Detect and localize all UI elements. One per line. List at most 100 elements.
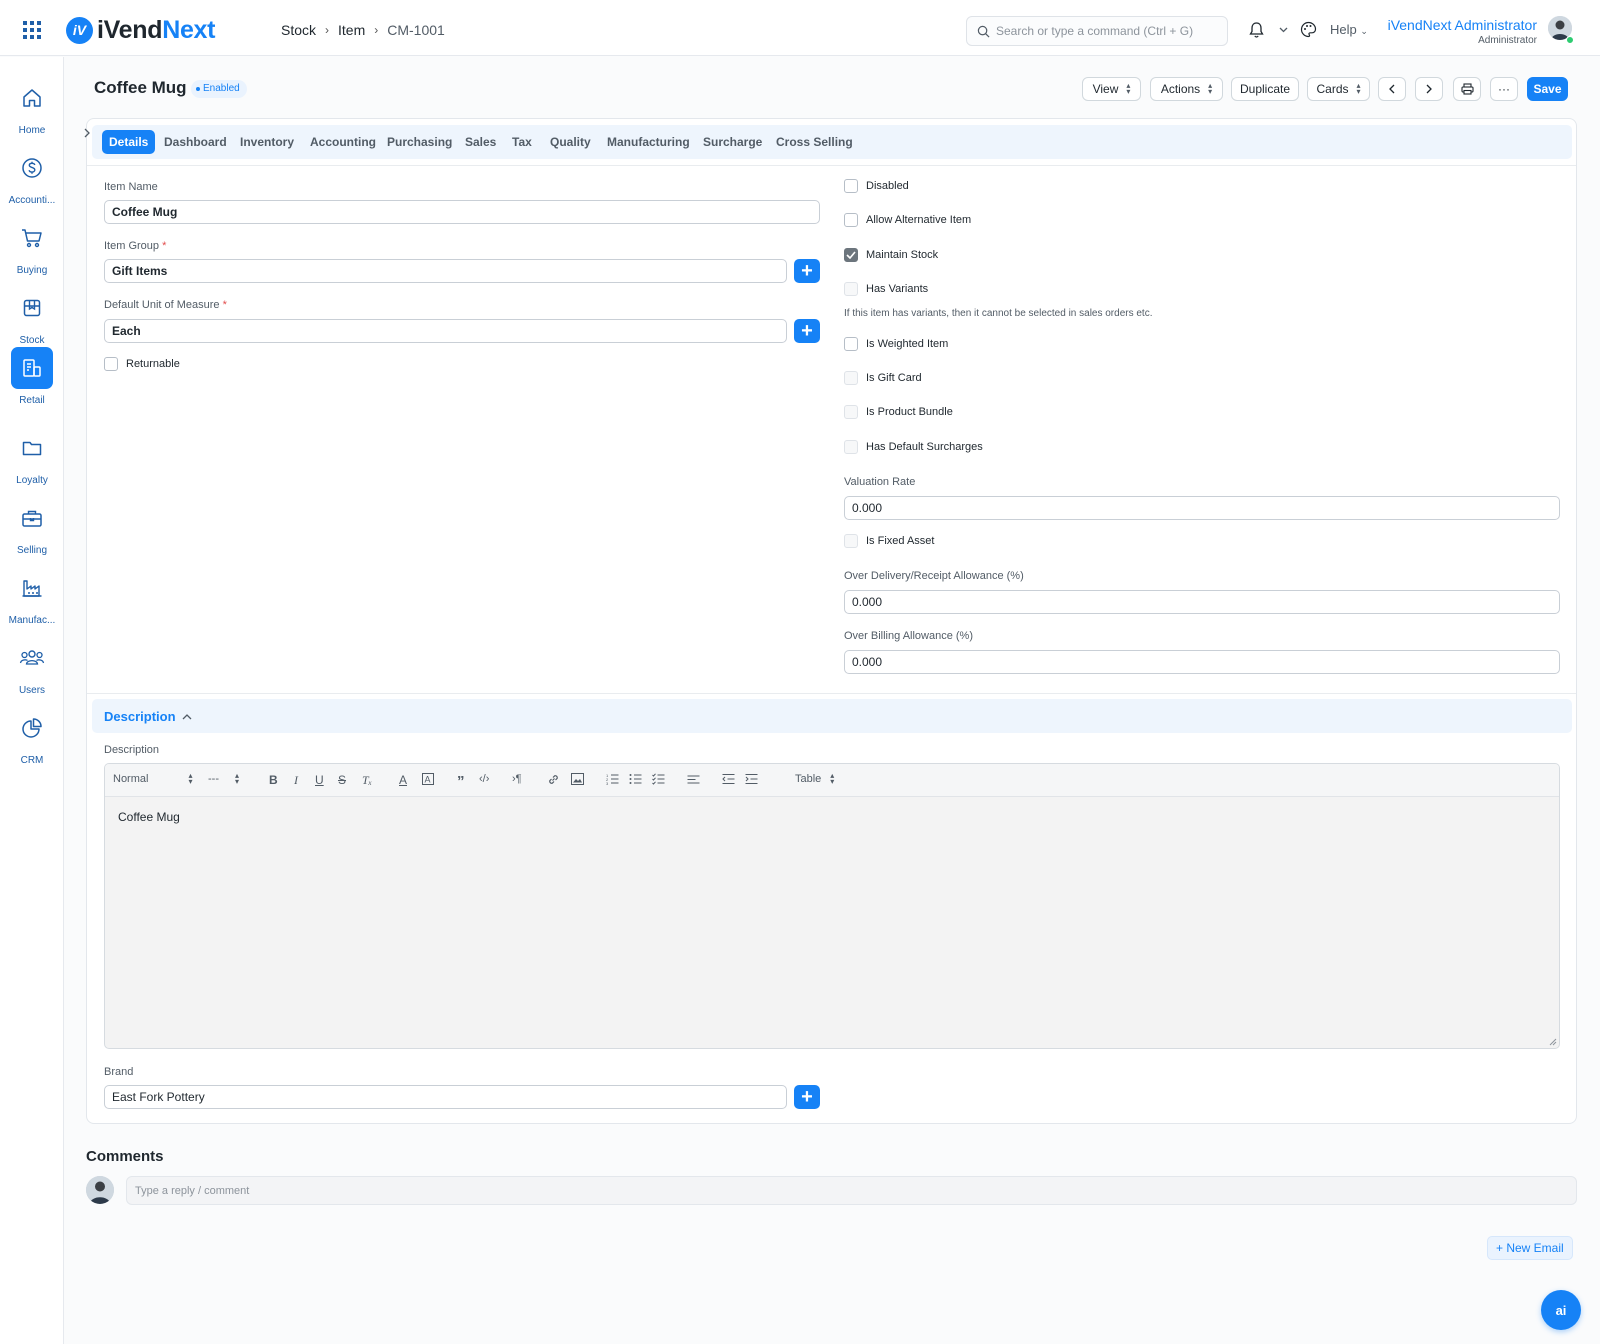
- add-item-group-button[interactable]: +: [794, 259, 820, 283]
- plus-icon: +: [801, 320, 813, 342]
- sidebar-item-stock[interactable]: Stock: [0, 287, 64, 353]
- add-uom-button[interactable]: +: [794, 319, 820, 343]
- sidebar-item-users[interactable]: Users: [0, 637, 64, 703]
- text-direction-icon[interactable]: ›¶: [512, 773, 522, 785]
- comment-input[interactable]: Type a reply / comment: [126, 1176, 1577, 1205]
- description-editor[interactable]: Normal ▴ ▾ --- ▴ ▾ B I U S Tₓ A A ” ‹/› ›¶ 1…: [104, 763, 1560, 1049]
- next-record-button[interactable]: [1415, 77, 1443, 101]
- tab-dashboard[interactable]: Dashboard: [157, 130, 234, 154]
- over-delivery-allowance-input[interactable]: 0.000: [844, 590, 1560, 614]
- font-select[interactable]: --- ▴ ▾: [208, 772, 239, 786]
- bold-icon[interactable]: B: [269, 773, 278, 787]
- breadcrumb-stock[interactable]: Stock: [281, 22, 316, 38]
- more-options-button[interactable]: ···: [1490, 77, 1518, 101]
- returnable-checkbox[interactable]: Returnable: [104, 357, 180, 371]
- clear-format-icon[interactable]: Tₓ: [362, 773, 372, 788]
- sidebar-item-loyalty[interactable]: Loyalty: [0, 427, 64, 493]
- app-logo[interactable]: iV iVendNext: [66, 16, 215, 44]
- print-button[interactable]: [1453, 77, 1481, 101]
- image-icon[interactable]: [571, 773, 584, 785]
- underline-icon[interactable]: U: [315, 773, 324, 787]
- bell-icon[interactable]: [1248, 21, 1265, 39]
- bullet-list-icon[interactable]: [629, 773, 642, 785]
- is-product-bundle-checkbox[interactable]: Is Product Bundle: [844, 405, 953, 419]
- has-default-surcharges-checkbox[interactable]: Has Default Surcharges: [844, 440, 983, 454]
- italic-icon[interactable]: I: [294, 773, 298, 788]
- text-color-icon[interactable]: A: [399, 773, 407, 787]
- tab-details[interactable]: Details: [102, 130, 156, 154]
- palette-icon[interactable]: [1300, 21, 1317, 38]
- updown-icon: ▴ ▾: [830, 771, 835, 786]
- chevron-down-icon[interactable]: [1279, 27, 1288, 33]
- user-menu[interactable]: iVendNext Administrator Administrator: [1388, 17, 1537, 46]
- over-delivery-allowance-label: Over Delivery/Receipt Allowance (%): [844, 570, 1024, 582]
- is-fixed-asset-checkbox[interactable]: Is Fixed Asset: [844, 534, 934, 548]
- sidebar-item-manufacturing[interactable]: Manufac...: [0, 567, 64, 633]
- required-marker: *: [162, 240, 167, 252]
- editor-content[interactable]: Coffee Mug: [118, 810, 180, 824]
- has-variants-checkbox[interactable]: Has Variants: [844, 282, 928, 296]
- uom-input[interactable]: Each: [104, 319, 787, 343]
- breadcrumb-item[interactable]: Item: [338, 22, 365, 38]
- factory-icon: [22, 580, 42, 597]
- valuation-rate-label: Valuation Rate: [844, 476, 916, 488]
- has-default-surcharges-label: Has Default Surcharges: [866, 441, 983, 453]
- help-menu[interactable]: Help ⌄: [1330, 22, 1368, 37]
- tab-purchasing[interactable]: Purchasing: [380, 130, 459, 154]
- actions-button[interactable]: Actions ▴ ▾: [1150, 77, 1223, 101]
- new-email-button[interactable]: + New Email: [1487, 1236, 1573, 1260]
- indent-icon[interactable]: [745, 773, 758, 785]
- has-variants-help-text: If this item has variants, then it canno…: [844, 308, 1153, 319]
- sidebar-item-selling[interactable]: Selling: [0, 497, 64, 563]
- tab-tax[interactable]: Tax: [505, 130, 539, 154]
- over-billing-allowance-input[interactable]: 0.000: [844, 650, 1560, 674]
- code-icon[interactable]: ‹/›: [479, 773, 489, 785]
- item-group-input[interactable]: Gift Items: [104, 259, 787, 283]
- search-input[interactable]: [996, 24, 1216, 38]
- sidebar-item-crm[interactable]: CRM: [0, 707, 64, 773]
- align-icon[interactable]: [687, 773, 700, 785]
- tab-accounting[interactable]: Accounting: [303, 130, 383, 154]
- previous-record-button[interactable]: [1378, 77, 1406, 101]
- sidebar-item-retail[interactable]: Retail: [0, 347, 64, 413]
- sidebar-item-home[interactable]: Home: [0, 77, 64, 143]
- cards-button[interactable]: Cards ▴ ▾: [1307, 77, 1370, 101]
- apps-grid-icon[interactable]: [23, 21, 41, 39]
- tab-inventory[interactable]: Inventory: [233, 130, 301, 154]
- tab-quality[interactable]: Quality: [543, 130, 598, 154]
- outdent-icon[interactable]: [722, 773, 735, 785]
- text-style-select[interactable]: Normal ▴ ▾: [113, 772, 192, 786]
- retail-icon: [23, 359, 41, 377]
- tab-manufacturing[interactable]: Manufacturing: [600, 130, 697, 154]
- allow-alternative-item-checkbox[interactable]: Allow Alternative Item: [844, 213, 971, 227]
- background-color-icon[interactable]: A: [422, 773, 434, 785]
- tab-surcharge[interactable]: Surcharge: [696, 130, 769, 154]
- tab-sales[interactable]: Sales: [458, 130, 503, 154]
- description-section-toggle[interactable]: Description: [92, 699, 1572, 733]
- brand-input[interactable]: East Fork Pottery: [104, 1085, 787, 1109]
- maintain-stock-checkbox[interactable]: Maintain Stock: [844, 248, 938, 262]
- strikethrough-icon[interactable]: S: [338, 773, 346, 787]
- disabled-checkbox[interactable]: Disabled: [844, 179, 909, 193]
- table-select[interactable]: Table ▴ ▾: [795, 771, 835, 786]
- link-icon[interactable]: [547, 773, 560, 786]
- duplicate-button[interactable]: Duplicate: [1231, 77, 1299, 101]
- ai-assistant-button[interactable]: ai: [1541, 1290, 1581, 1330]
- resize-handle-icon[interactable]: [1549, 1038, 1557, 1046]
- checklist-icon[interactable]: [652, 773, 665, 785]
- ordered-list-icon[interactable]: 123: [606, 773, 619, 785]
- sidebar-item-buying[interactable]: Buying: [0, 217, 64, 283]
- is-weighted-item-checkbox[interactable]: Is Weighted Item: [844, 337, 948, 351]
- tab-cross-selling[interactable]: Cross Selling: [769, 130, 860, 154]
- search-box[interactable]: [966, 16, 1228, 46]
- sidebar-item-accounting[interactable]: Accounti...: [0, 147, 64, 213]
- item-name-input[interactable]: Coffee Mug: [104, 200, 820, 224]
- save-button[interactable]: Save: [1527, 77, 1568, 101]
- checkbox-box: [844, 371, 858, 385]
- blockquote-icon[interactable]: ”: [457, 773, 465, 790]
- is-gift-card-checkbox[interactable]: Is Gift Card: [844, 371, 922, 385]
- add-brand-button[interactable]: +: [794, 1085, 820, 1109]
- chevron-left-icon: [1389, 84, 1395, 94]
- view-button[interactable]: View ▴ ▾: [1082, 77, 1141, 101]
- valuation-rate-input[interactable]: 0.000: [844, 496, 1560, 520]
